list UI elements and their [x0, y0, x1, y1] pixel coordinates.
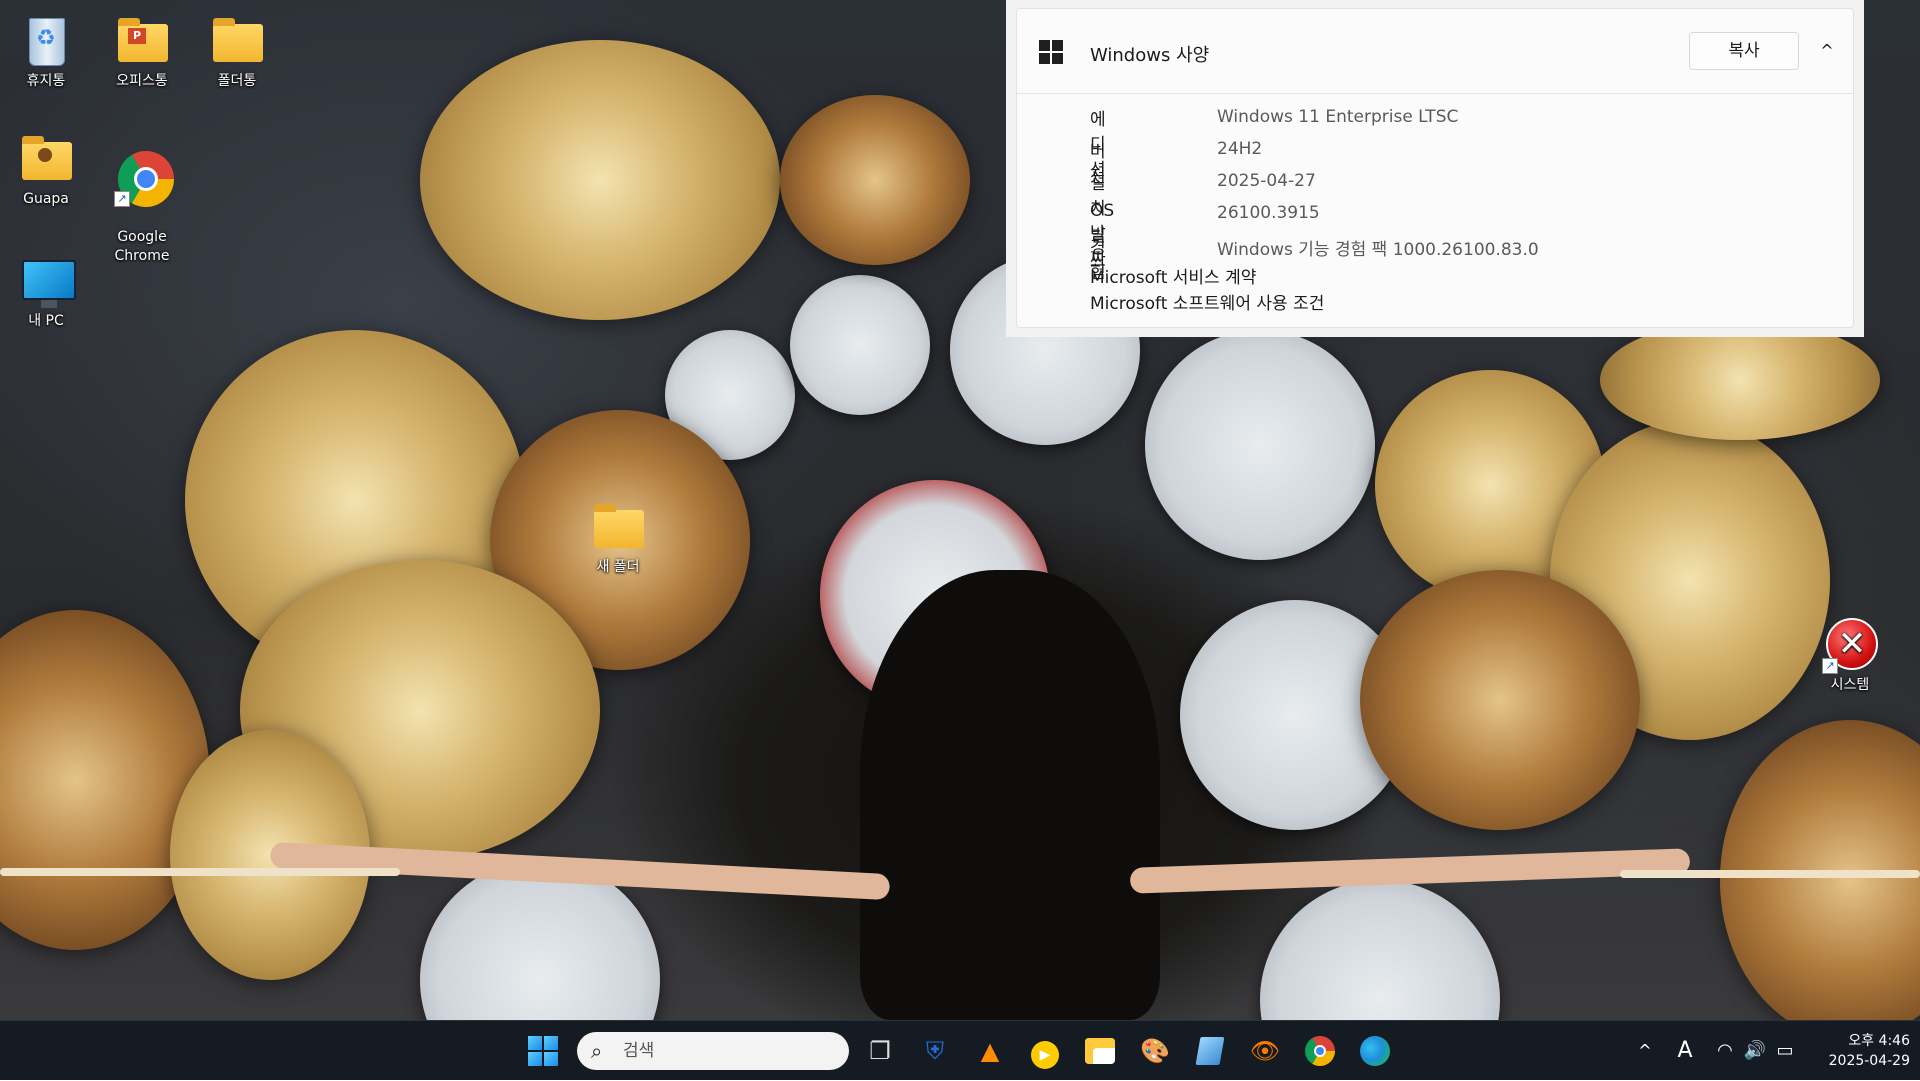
desktop-icon-label: 내 PC	[28, 313, 64, 329]
windows-spec-header[interactable]: Windows 사양 복사 ^	[1017, 9, 1853, 94]
volume-icon[interactable]: 🔊	[1740, 1021, 1770, 1081]
powerpoint-icon: P	[128, 28, 146, 44]
desktop-icon-label: 오피스통	[116, 73, 168, 89]
folder-icon	[213, 18, 263, 62]
link-microsoft-service-agreement[interactable]: Microsoft 서비스 계약	[1090, 265, 1324, 291]
paint-icon[interactable]: 🎨	[1137, 1033, 1173, 1069]
file-explorer-icon[interactable]	[1082, 1033, 1118, 1069]
wallpaper-cymbal	[1600, 320, 1880, 440]
taskbar: ⌕ 검색 ❐ ⛨ ▲ ▶ 🎨 👁 ^ A ◠ 🔊 ▭ 오후 4:46 2025-…	[0, 1020, 1920, 1080]
start-button[interactable]	[528, 1036, 558, 1066]
desktop-icon-this-pc[interactable]: 내 PC	[0, 250, 92, 331]
spec-value: Windows 기능 경험 팩 1000.26100.83.0	[1217, 240, 1539, 260]
vlc-icon[interactable]: ▲	[972, 1033, 1008, 1069]
wallpaper-drum	[790, 275, 930, 415]
desktop-icon-system[interactable]: ✕ ↗ 시스템	[1804, 614, 1896, 695]
show-hidden-icons-chevron[interactable]: ^	[1630, 1021, 1660, 1081]
desktop-icon-recycle-bin[interactable]: 휴지통	[0, 10, 92, 91]
link-microsoft-software-license[interactable]: Microsoft 소프트웨어 사용 조건	[1090, 291, 1324, 317]
desktop-icon-label: Guapa	[23, 191, 69, 207]
battery-icon[interactable]: ▭	[1770, 1021, 1800, 1081]
spec-value: 24H2	[1217, 139, 1263, 159]
desktop-icon-label: Google Chrome	[114, 229, 170, 264]
wifi-icon[interactable]: ◠	[1710, 1021, 1740, 1081]
settings-window-fragment: Windows 사양 복사 ^ 에디션 Windows 11 Enterpris…	[1006, 0, 1864, 337]
wallpaper-cymbal	[420, 40, 780, 320]
windows-logo-icon	[1039, 40, 1063, 64]
desktop-icon-label: 시스템	[1830, 677, 1870, 693]
windows-security-icon[interactable]: ⛨	[917, 1033, 953, 1069]
task-view-icon[interactable]: ❐	[862, 1033, 898, 1069]
spec-value: 26100.3915	[1217, 203, 1320, 223]
eye-app-icon[interactable]: 👁	[1247, 1033, 1283, 1069]
clock-time: 오후 4:46	[1848, 1033, 1910, 1049]
spec-value: 2025-04-27	[1217, 171, 1316, 191]
shortcut-arrow-icon: ↗	[1822, 658, 1838, 674]
spec-links: Microsoft 서비스 계약 Microsoft 소프트웨어 사용 조건	[1090, 265, 1324, 317]
google-chrome-taskbar-icon[interactable]	[1302, 1033, 1338, 1069]
wallpaper-cymbal	[780, 95, 970, 265]
user-icon	[38, 148, 52, 162]
wallpaper-drum	[1260, 880, 1500, 1020]
desktop-icon-new-folder[interactable]: 새 폴더	[572, 496, 664, 577]
microsoft-edge-icon[interactable]	[1357, 1033, 1393, 1069]
monitor-icon	[22, 260, 76, 308]
desktop-icon-google-chrome[interactable]: ↗ Google Chrome	[96, 128, 188, 285]
spec-value: Windows 11 Enterprise LTSC	[1217, 107, 1459, 127]
desktop-icon-label: 폴더통	[217, 73, 257, 89]
taskbar-clock[interactable]: 오후 4:46 2025-04-29	[1810, 1031, 1910, 1071]
ime-indicator[interactable]: A	[1670, 1021, 1700, 1081]
chevron-up-icon[interactable]: ^	[1815, 39, 1839, 63]
desktop-icon-guapa[interactable]: Guapa	[0, 128, 92, 209]
recycle-bin-icon	[29, 18, 65, 66]
copy-button[interactable]: 복사	[1689, 32, 1799, 70]
desktop-icon-label: 휴지통	[26, 73, 66, 89]
folder-icon	[594, 504, 644, 548]
notepad-icon[interactable]	[1192, 1033, 1228, 1069]
wallpaper-drum	[1145, 330, 1375, 560]
wallpaper-drumstick	[0, 868, 400, 876]
taskbar-search[interactable]: ⌕ 검색	[577, 1032, 849, 1070]
wallpaper-drumstick	[1620, 870, 1920, 878]
clock-date: 2025-04-29	[1828, 1053, 1910, 1069]
windows-spec-card: Windows 사양 복사 ^ 에디션 Windows 11 Enterpris…	[1016, 8, 1854, 328]
desktop-icon-folder[interactable]: 폴더통	[191, 10, 283, 91]
shortcut-arrow-icon: ↗	[114, 191, 130, 207]
media-player-icon[interactable]: ▶	[1027, 1033, 1063, 1069]
desktop-icon-label: 새 폴더	[596, 559, 640, 575]
windows-spec-title: Windows 사양	[1090, 45, 1210, 66]
search-icon: ⌕	[591, 1039, 603, 1063]
wallpaper-drummer	[860, 570, 1160, 1020]
wallpaper-cymbal	[1360, 570, 1640, 830]
desktop-icon-office-folder[interactable]: P 오피스통	[96, 10, 188, 91]
search-placeholder: 검색	[623, 1041, 655, 1061]
